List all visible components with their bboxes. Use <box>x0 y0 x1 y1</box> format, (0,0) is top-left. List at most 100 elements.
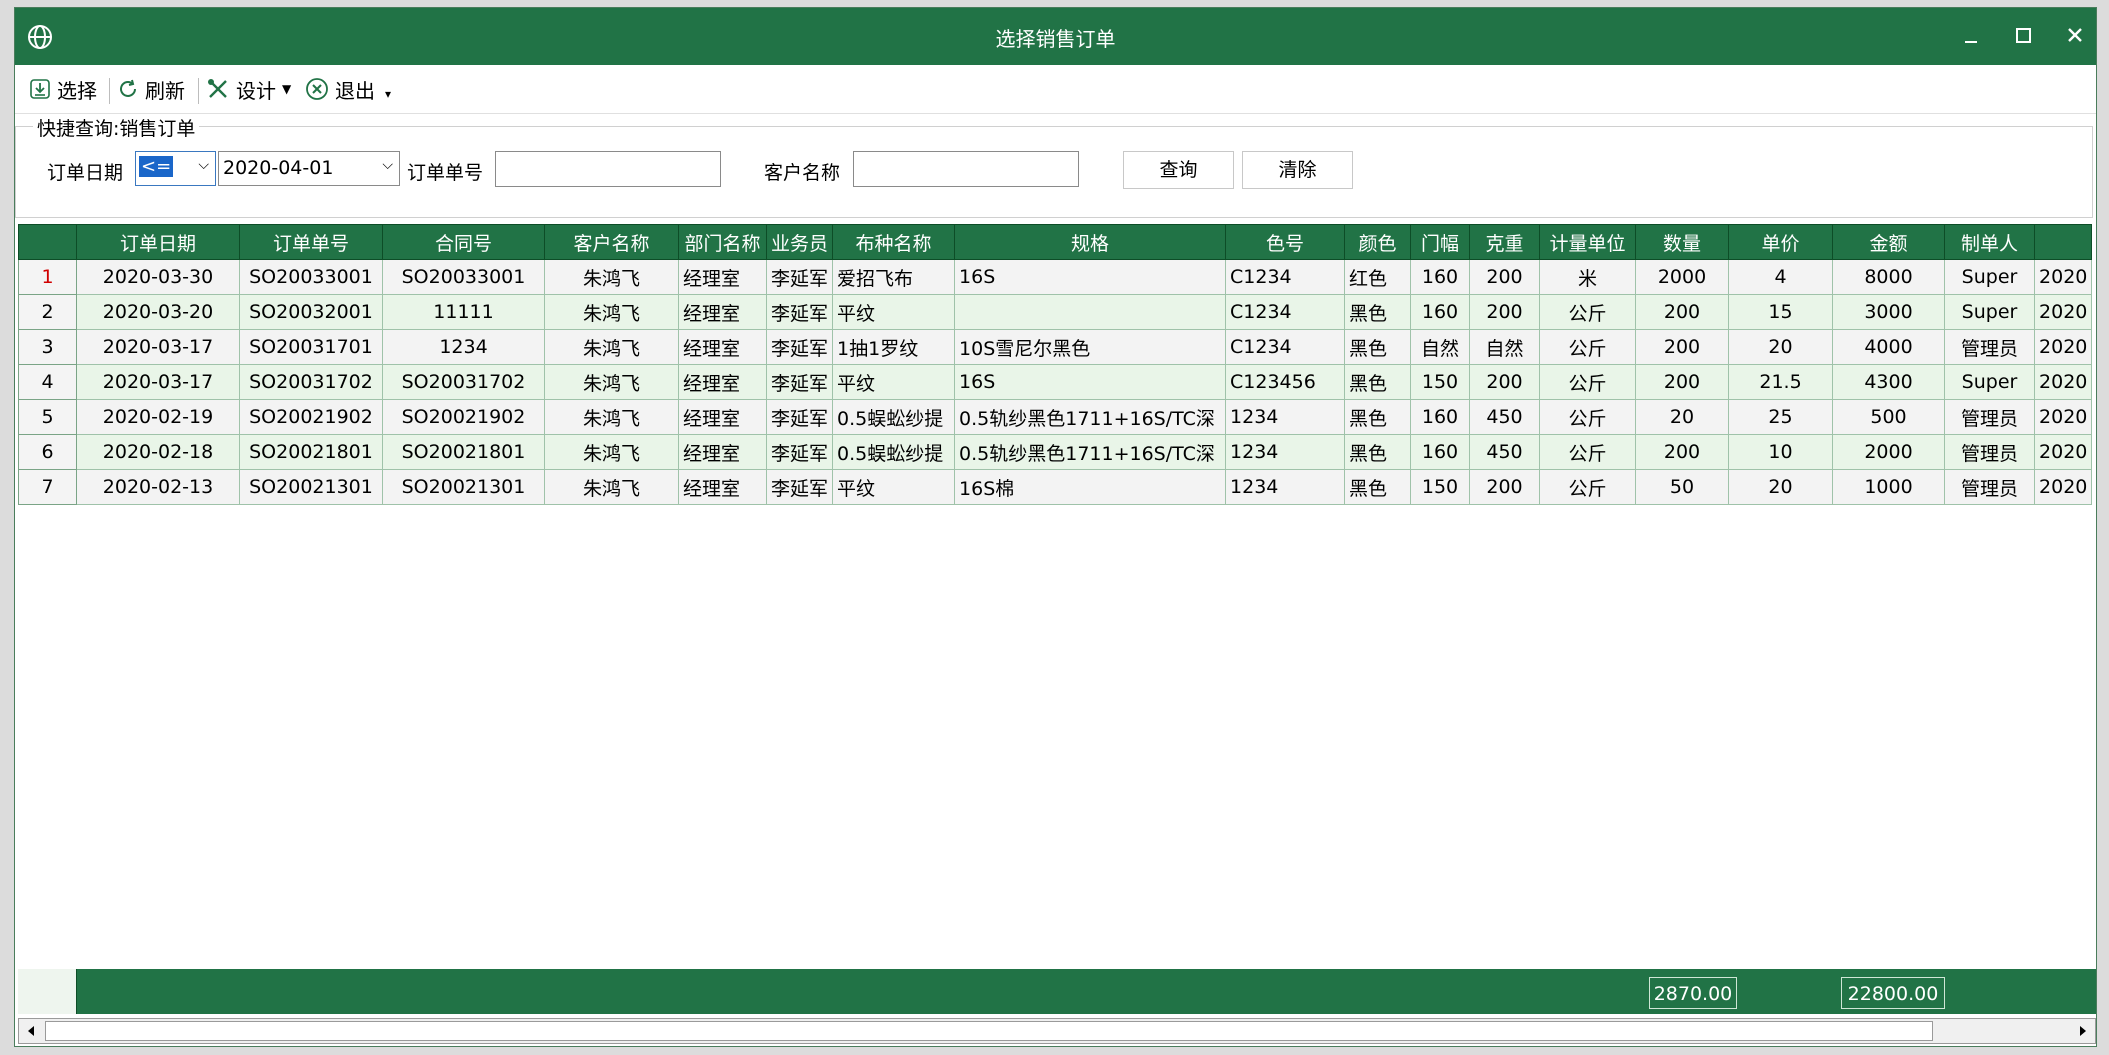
order-no-input[interactable] <box>495 151 721 187</box>
column-header[interactable]: 客户名称 <box>544 224 679 260</box>
select-button[interactable]: 选择 <box>29 75 97 103</box>
table-cell: 15 <box>1728 294 1834 330</box>
table-cell: 20 <box>1728 329 1834 365</box>
table-cell: 平纹 <box>832 364 956 400</box>
table-row[interactable]: 5 2020-02-19 SO20021902 SO20021902 朱鸿飞 经理室 李延军… <box>18 399 2093 435</box>
table-cell: 8000 <box>1832 259 1946 295</box>
table-cell: 2000 <box>1635 259 1730 295</box>
row-number[interactable]: 2 <box>18 294 77 330</box>
table-cell: 1234 <box>382 329 545 365</box>
table-cell: Super <box>1944 259 2036 295</box>
table-cell: 500 <box>1832 399 1946 435</box>
maximize-icon[interactable] <box>2003 20 2043 52</box>
column-header[interactable] <box>2034 224 2093 260</box>
scroll-thumb[interactable] <box>45 1021 1933 1041</box>
scroll-right-icon[interactable] <box>2071 1019 2095 1043</box>
table-cell: 李延军 <box>765 294 834 330</box>
column-header[interactable]: 规格 <box>954 224 1227 260</box>
table-cell: 经理室 <box>678 329 767 365</box>
table-cell: 450 <box>1469 399 1541 435</box>
row-number[interactable]: 1 <box>18 259 77 295</box>
refresh-label: 刷新 <box>145 78 185 103</box>
column-header[interactable]: 颜色 <box>1344 224 1412 260</box>
table-cell: 1抽1罗纹 <box>832 329 956 365</box>
table-cell: C1234 <box>1225 259 1346 295</box>
exit-button[interactable]: 退出 <box>305 75 375 103</box>
table-cell: 黑色 <box>1344 364 1412 400</box>
column-header[interactable]: 订单单号 <box>239 224 383 260</box>
date-picker[interactable]: 2020-04-01 ⌵ <box>218 151 400 186</box>
column-header[interactable]: 单价 <box>1728 224 1834 260</box>
orders-grid: 订单日期 订单单号 合同号 客户名称 部门名称 业务员 布种名称 规格 色号 颜色 门幅 克重 计量单位… <box>18 224 2096 505</box>
table-row[interactable]: 6 2020-02-18 SO20021801 SO20021801 朱鸿飞 经理室 李延军… <box>18 434 2093 470</box>
toolbar-overflow-icon[interactable]: ▾ <box>385 87 391 101</box>
table-cell: SO20031701 <box>239 329 383 365</box>
table-row[interactable]: 2 2020-03-20 SO20032001 11111 朱鸿飞 经理室 李延军 平纹 C12… <box>18 294 2093 330</box>
table-cell: 红色 <box>1344 259 1412 295</box>
row-number[interactable]: 3 <box>18 329 77 365</box>
table-cell: 2020 <box>2034 329 2093 365</box>
column-header[interactable]: 门幅 <box>1410 224 1471 260</box>
table-cell: 200 <box>1469 259 1541 295</box>
table-cell: 200 <box>1635 294 1730 330</box>
column-header[interactable]: 色号 <box>1225 224 1346 260</box>
table-cell: C1234 <box>1225 294 1346 330</box>
table-cell: SO20021801 <box>382 434 545 470</box>
customer-input[interactable] <box>853 151 1079 187</box>
table-cell: 10S雪尼尔黑色 <box>954 329 1227 365</box>
table-cell: 200 <box>1469 364 1541 400</box>
table-row[interactable]: 7 2020-02-13 SO20021301 SO20021301 朱鸿飞 经理室 李延军… <box>18 469 2093 505</box>
column-header[interactable]: 订单日期 <box>76 224 240 260</box>
table-row[interactable]: 3 2020-03-17 SO20031701 1234 朱鸿飞 经理室 李延军 1抽1罗纹 1… <box>18 329 2093 365</box>
column-header[interactable]: 克重 <box>1469 224 1541 260</box>
search-button[interactable]: 查询 <box>1123 151 1234 189</box>
row-number[interactable]: 6 <box>18 434 77 470</box>
table-cell: 200 <box>1469 469 1541 505</box>
table-cell: 150 <box>1410 364 1471 400</box>
table-cell: 200 <box>1635 329 1730 365</box>
horizontal-scrollbar[interactable] <box>18 1018 2096 1044</box>
table-cell: 经理室 <box>678 294 767 330</box>
table-cell: 公斤 <box>1539 294 1637 330</box>
row-number[interactable]: 4 <box>18 364 77 400</box>
column-header[interactable]: 制单人 <box>1944 224 2036 260</box>
grid-header-row: 订单日期 订单单号 合同号 客户名称 部门名称 业务员 布种名称 规格 色号 颜色 门幅 克重 计量单位… <box>18 224 2093 260</box>
table-cell: 经理室 <box>678 469 767 505</box>
table-cell: 黑色 <box>1344 469 1412 505</box>
column-header[interactable]: 合同号 <box>382 224 545 260</box>
column-header[interactable]: 计量单位 <box>1539 224 1637 260</box>
row-number[interactable]: 5 <box>18 399 77 435</box>
operator-select[interactable]: <= ⌵ <box>135 151 216 186</box>
table-cell: 2020-03-17 <box>76 329 240 365</box>
table-cell: 朱鸿飞 <box>544 469 679 505</box>
table-cell: 管理员 <box>1944 469 2036 505</box>
row-number[interactable]: 7 <box>18 469 77 505</box>
table-cell: 16S棉 <box>954 469 1227 505</box>
operator-value: <= <box>139 156 174 177</box>
minimize-icon[interactable] <box>1951 20 1991 52</box>
tools-icon <box>208 79 227 98</box>
column-header[interactable]: 布种名称 <box>832 224 956 260</box>
table-cell: 2020-03-17 <box>76 364 240 400</box>
column-header[interactable]: 业务员 <box>765 224 834 260</box>
refresh-icon <box>120 79 136 97</box>
close-icon[interactable] <box>2055 20 2095 52</box>
design-button[interactable]: 设计 ▼ <box>206 75 291 103</box>
table-cell: 160 <box>1410 399 1471 435</box>
scroll-left-icon[interactable] <box>19 1019 43 1043</box>
refresh-button[interactable]: 刷新 <box>117 75 185 103</box>
title-bar: 选择销售订单 <box>15 8 2096 65</box>
table-cell: 公斤 <box>1539 364 1637 400</box>
column-header[interactable]: 部门名称 <box>678 224 767 260</box>
table-row[interactable]: 4 2020-03-17 SO20031702 SO20031702 朱鸿飞 经理室 李延军… <box>18 364 2093 400</box>
design-label: 设计 <box>236 78 276 103</box>
column-header[interactable]: 金额 <box>1832 224 1946 260</box>
clear-button[interactable]: 清除 <box>1242 151 1353 189</box>
table-cell: 4 <box>1728 259 1834 295</box>
table-cell: Super <box>1944 364 2036 400</box>
table-cell: 2020-02-13 <box>76 469 240 505</box>
table-row[interactable]: 1 2020-03-30 SO20033001 SO20033001 朱鸿飞 经理室 李延军… <box>18 259 2093 295</box>
column-header[interactable]: 数量 <box>1635 224 1730 260</box>
chevron-down-icon: ⌵ <box>198 157 209 173</box>
table-cell: 2020 <box>2034 399 2093 435</box>
